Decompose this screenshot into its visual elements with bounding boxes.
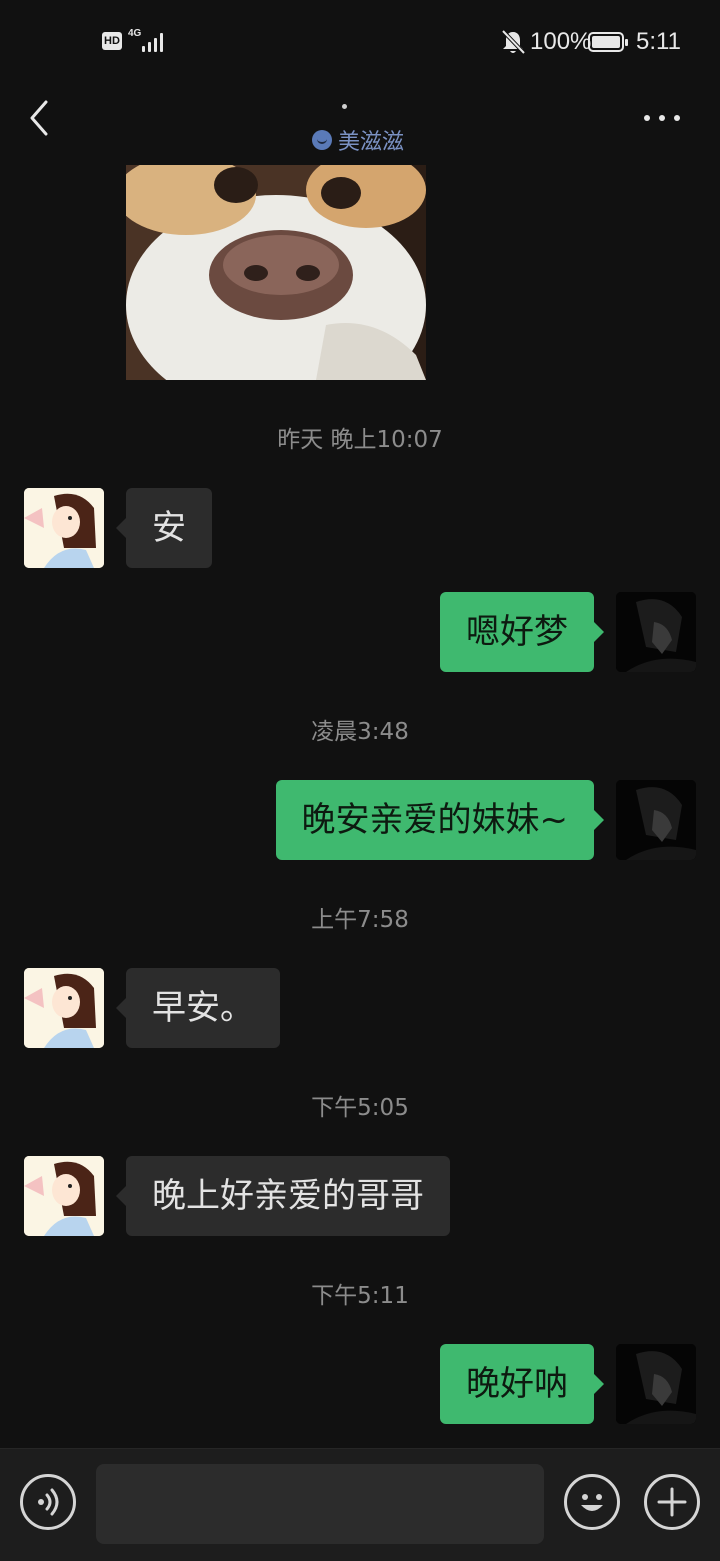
message-bubble-outgoing[interactable]: 晚好呐 (440, 1344, 604, 1424)
emoji-icon[interactable] (564, 1474, 620, 1530)
contact-avatar[interactable] (24, 968, 104, 1048)
timestamp: 下午5:05 (311, 1095, 409, 1121)
signal-icon (140, 30, 166, 52)
mute-bell-icon (501, 29, 526, 55)
title-dot (342, 104, 347, 109)
status-bar: HD 4G 100% 5:11 (0, 0, 720, 84)
battery-percent: 100% (530, 28, 592, 55)
my-avatar[interactable] (616, 592, 696, 672)
timestamp: 上午7:58 (311, 907, 409, 933)
contact-status[interactable]: 美滋滋 (312, 124, 404, 156)
dog-sticker-image[interactable] (126, 165, 426, 380)
battery-icon (588, 32, 628, 52)
contact-avatar[interactable] (24, 488, 104, 568)
my-avatar[interactable] (616, 1344, 696, 1424)
hd-badge: HD (102, 32, 122, 50)
message-bubble-incoming[interactable]: 晚上好亲爱的哥哥 (116, 1156, 450, 1236)
plus-icon[interactable] (644, 1474, 700, 1530)
timestamp: 凌晨3:48 (311, 719, 409, 745)
voice-icon[interactable] (20, 1474, 76, 1530)
smile-face-icon (312, 130, 332, 150)
clock: 5:11 (636, 28, 681, 55)
more-dots-icon[interactable] (640, 104, 684, 132)
contact-avatar[interactable] (24, 1156, 104, 1236)
message-input[interactable] (96, 1464, 544, 1544)
message-bubble-incoming[interactable]: 早安。 (116, 968, 280, 1048)
timestamp: 下午5:11 (311, 1283, 409, 1309)
timestamp: 昨天 晚上10:07 (277, 427, 443, 453)
message-bubble-incoming[interactable]: 安 (116, 488, 212, 568)
message-bubble-outgoing[interactable]: 嗯好梦 (440, 592, 604, 672)
message-bubble-outgoing[interactable]: 晚安亲爱的妹妹~ (275, 780, 604, 860)
my-avatar[interactable] (616, 780, 696, 860)
chevron-left-icon[interactable] (22, 96, 62, 140)
status-text: 美滋滋 (338, 130, 405, 155)
